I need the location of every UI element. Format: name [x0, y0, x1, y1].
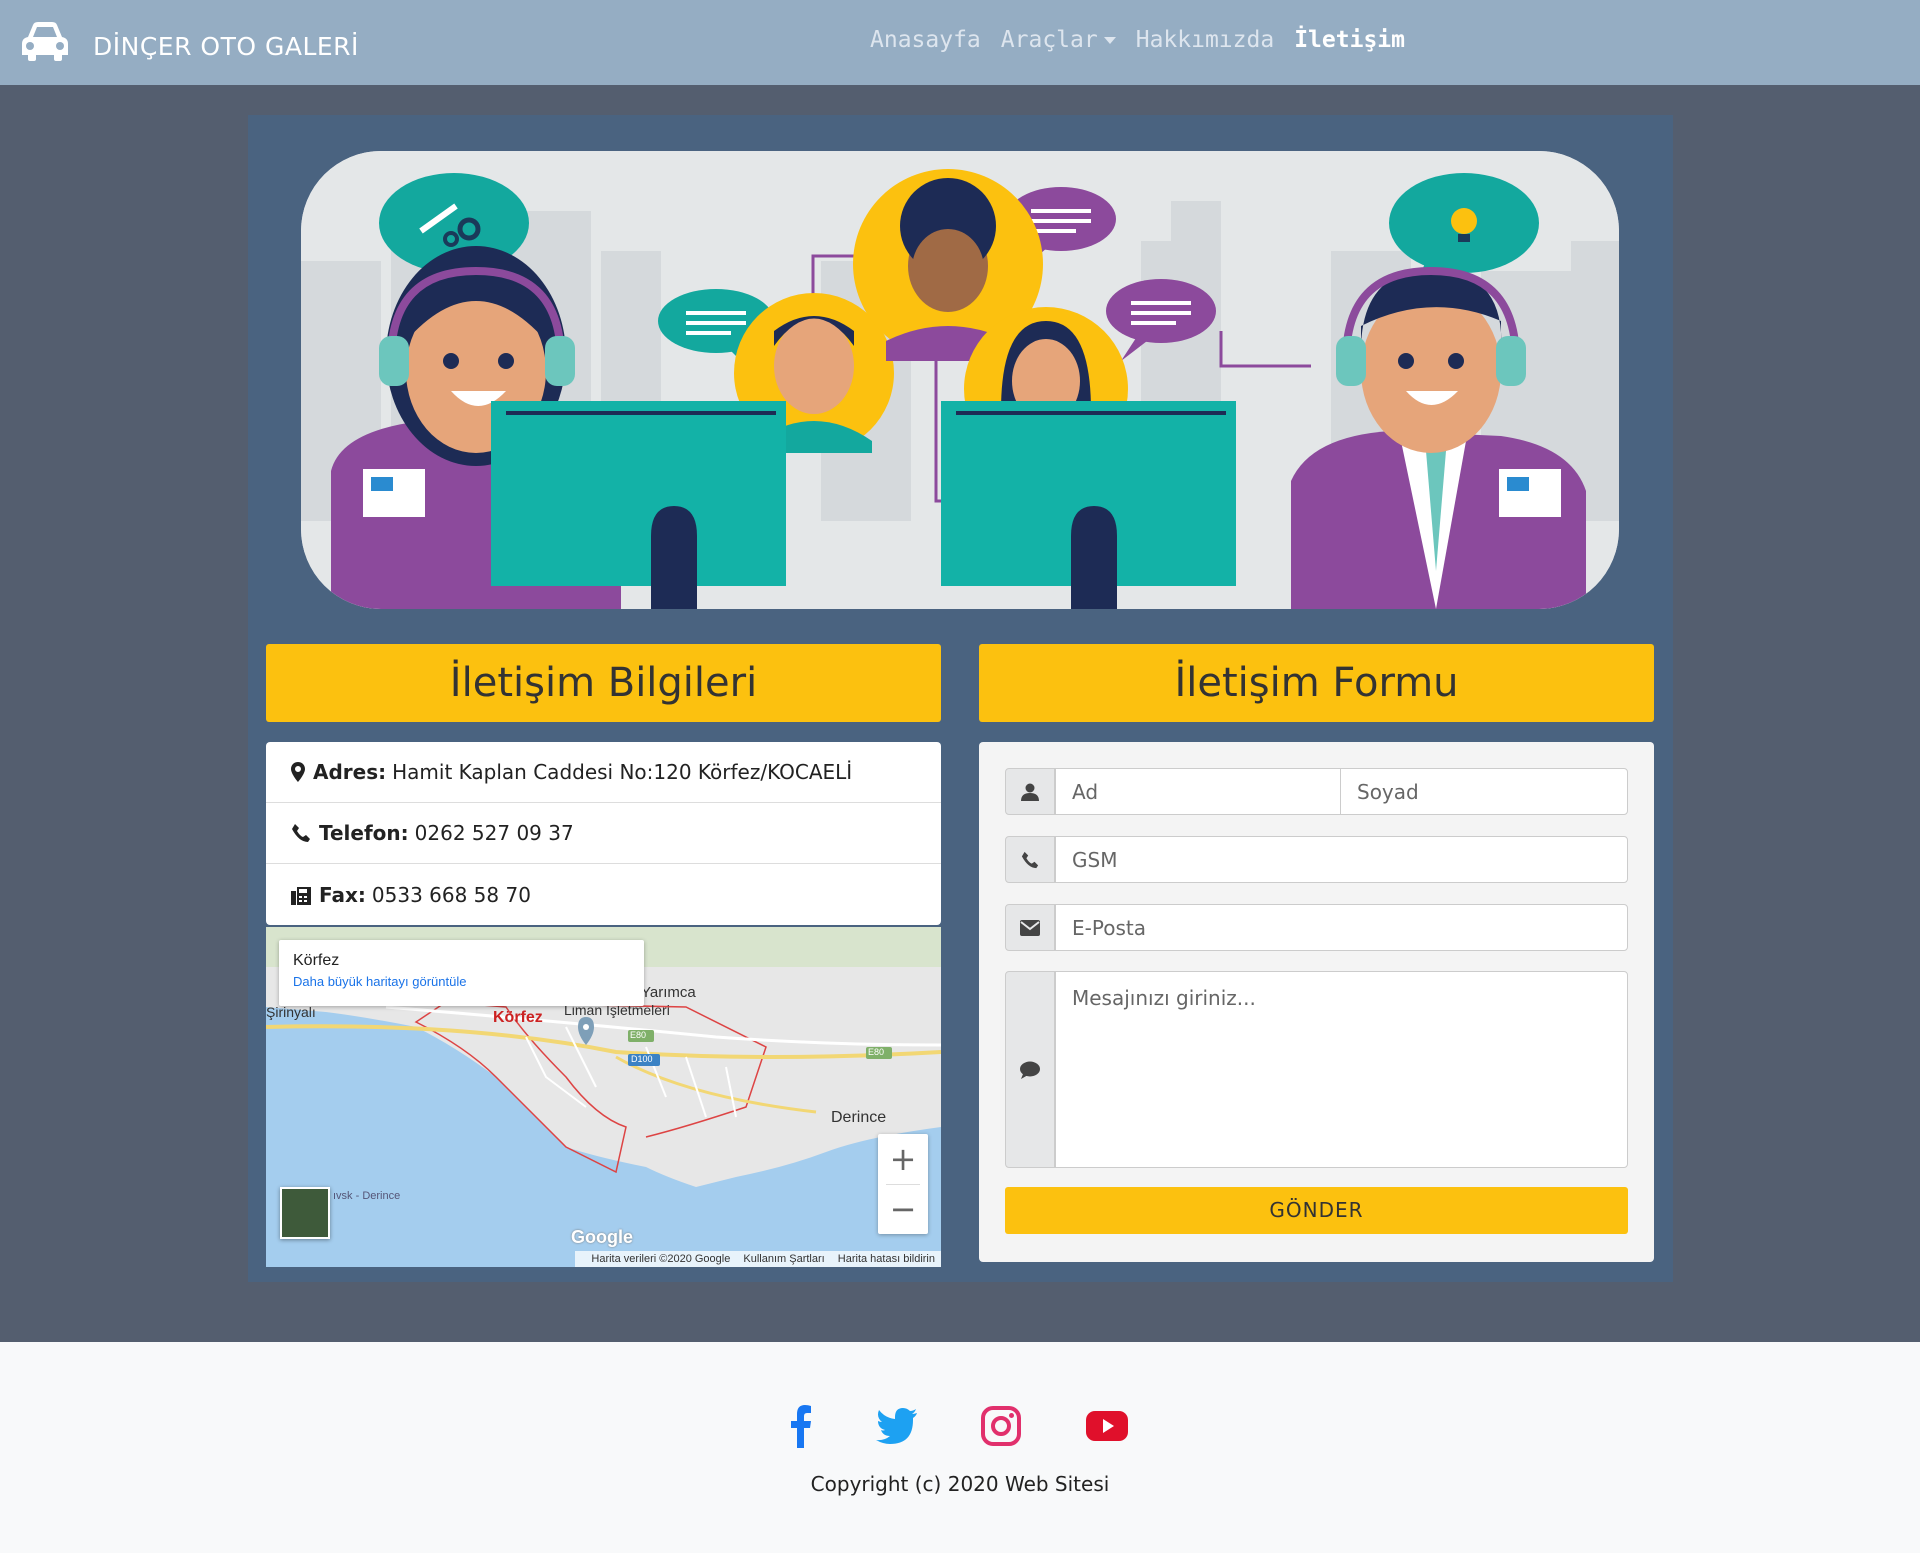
- google-logo: Google: [571, 1227, 633, 1247]
- contact-info-heading: İletişim Bilgileri: [266, 644, 941, 722]
- car-icon[interactable]: [18, 17, 72, 63]
- call-center-illustration: [301, 151, 1619, 609]
- comment-icon: [1020, 1061, 1040, 1079]
- map-label-derince: Derince: [831, 1109, 887, 1126]
- envelope-icon: [1020, 919, 1040, 936]
- fax-label: Fax:: [319, 882, 366, 907]
- map-label-e80-a: E80: [630, 1030, 647, 1040]
- brand-title[interactable]: DİNÇER OTO GALERİ: [93, 32, 359, 61]
- map-label-yarimca: Yarımca: [641, 984, 696, 1001]
- map-terms-link[interactable]: Kullanım Şartları: [743, 1253, 824, 1265]
- nav-home[interactable]: Anasayfa: [870, 27, 981, 53]
- map-info-card: Körfez Daha büyük haritayı görüntüle: [279, 940, 644, 1006]
- phone-value: 0262 527 09 37: [414, 821, 574, 845]
- nav-vehicles-label: Araçlar: [1000, 27, 1098, 53]
- phone-item: Telefon: 0262 527 09 37: [266, 803, 941, 864]
- phone-label: Telefon:: [319, 821, 409, 845]
- footer: Copyright (c) 2020 Web Sitesi: [0, 1342, 1920, 1553]
- message-addon: [1005, 971, 1055, 1168]
- phone-icon: [1021, 851, 1039, 868]
- user-icon: [1021, 783, 1039, 801]
- map-data-credit: Harita verileri ©2020 Google: [591, 1253, 731, 1265]
- fax-item: Fax: 0533 668 58 70: [266, 864, 941, 925]
- map-label-sirinyali: Şirinyalı: [266, 1004, 316, 1020]
- contact-panel: İletişim Bilgileri İletişim Formu Adres:…: [248, 115, 1673, 1282]
- map-label-road: ıvsk - Derince: [333, 1190, 401, 1202]
- map-place-title: Körfez: [293, 952, 340, 969]
- address-label: Adres:: [313, 760, 387, 784]
- nav-contact[interactable]: İletişim: [1294, 27, 1405, 53]
- user-addon: [1005, 768, 1055, 815]
- instagram-icon[interactable]: [977, 1402, 1025, 1450]
- youtube-icon[interactable]: [1083, 1402, 1131, 1450]
- satellite-toggle[interactable]: [280, 1187, 330, 1239]
- zoom-out-button[interactable]: −: [878, 1184, 928, 1234]
- twitter-icon[interactable]: [873, 1402, 921, 1450]
- map-report-link[interactable]: Harita hatası bildirin: [838, 1253, 935, 1265]
- address-value: Hamit Kaplan Caddesi No:120 Körfez/KOCAE…: [392, 760, 853, 784]
- message-textarea[interactable]: Mesajınızı giriniz...: [1055, 971, 1628, 1168]
- map-zoom-control: + −: [878, 1134, 928, 1234]
- main-nav: Anasayfa Araçlar Hakkımızda İletişim: [870, 27, 1425, 53]
- map-footer: Harita verileri ©2020 Google Kullanım Şa…: [575, 1251, 941, 1267]
- map-label-korfez: Körfez: [493, 1009, 543, 1026]
- zoom-divider: [886, 1184, 920, 1185]
- copyright-text: Copyright (c) 2020 Web Sitesi: [810, 1472, 1110, 1496]
- navbar: DİNÇER OTO GALERİ Anasayfa Araçlar Hakkı…: [0, 0, 1920, 85]
- facebook-icon[interactable]: [777, 1402, 825, 1450]
- contact-form-heading: İletişim Formu: [979, 644, 1654, 722]
- caret-down-icon: [1103, 37, 1116, 44]
- email-addon: [1005, 904, 1055, 951]
- map-label-e80-b: E80: [868, 1047, 885, 1057]
- email-input[interactable]: E-Posta: [1055, 904, 1628, 951]
- gsm-input[interactable]: GSM: [1055, 836, 1628, 883]
- phone-icon: [292, 824, 310, 842]
- address-item: Adres: Hamit Kaplan Caddesi No:120 Körfe…: [266, 742, 941, 803]
- zoom-in-button[interactable]: +: [878, 1134, 928, 1184]
- last-name-input[interactable]: Soyad: [1340, 768, 1628, 815]
- first-name-input[interactable]: Ad: [1055, 768, 1341, 815]
- google-map[interactable]: Körfez Yarımca Liman İşletmeleri Şirinya…: [266, 927, 941, 1267]
- phone-addon: [1005, 836, 1055, 883]
- contact-info-list: Adres: Hamit Kaplan Caddesi No:120 Körfe…: [266, 742, 941, 925]
- fax-icon: [291, 886, 311, 905]
- nav-about[interactable]: Hakkımızda: [1136, 27, 1274, 53]
- submit-button[interactable]: GÖNDER: [1005, 1187, 1628, 1234]
- contact-form: Ad Soyad GSM E-Posta Mesajınızı giriniz.…: [979, 742, 1654, 1262]
- fax-value: 0533 668 58 70: [371, 882, 531, 907]
- map-label-d100: D100: [631, 1054, 653, 1064]
- nav-vehicles-dropdown[interactable]: Araçlar: [1001, 27, 1116, 53]
- map-marker-icon: [291, 762, 305, 782]
- larger-map-link[interactable]: Daha büyük haritayı görüntüle: [293, 974, 630, 989]
